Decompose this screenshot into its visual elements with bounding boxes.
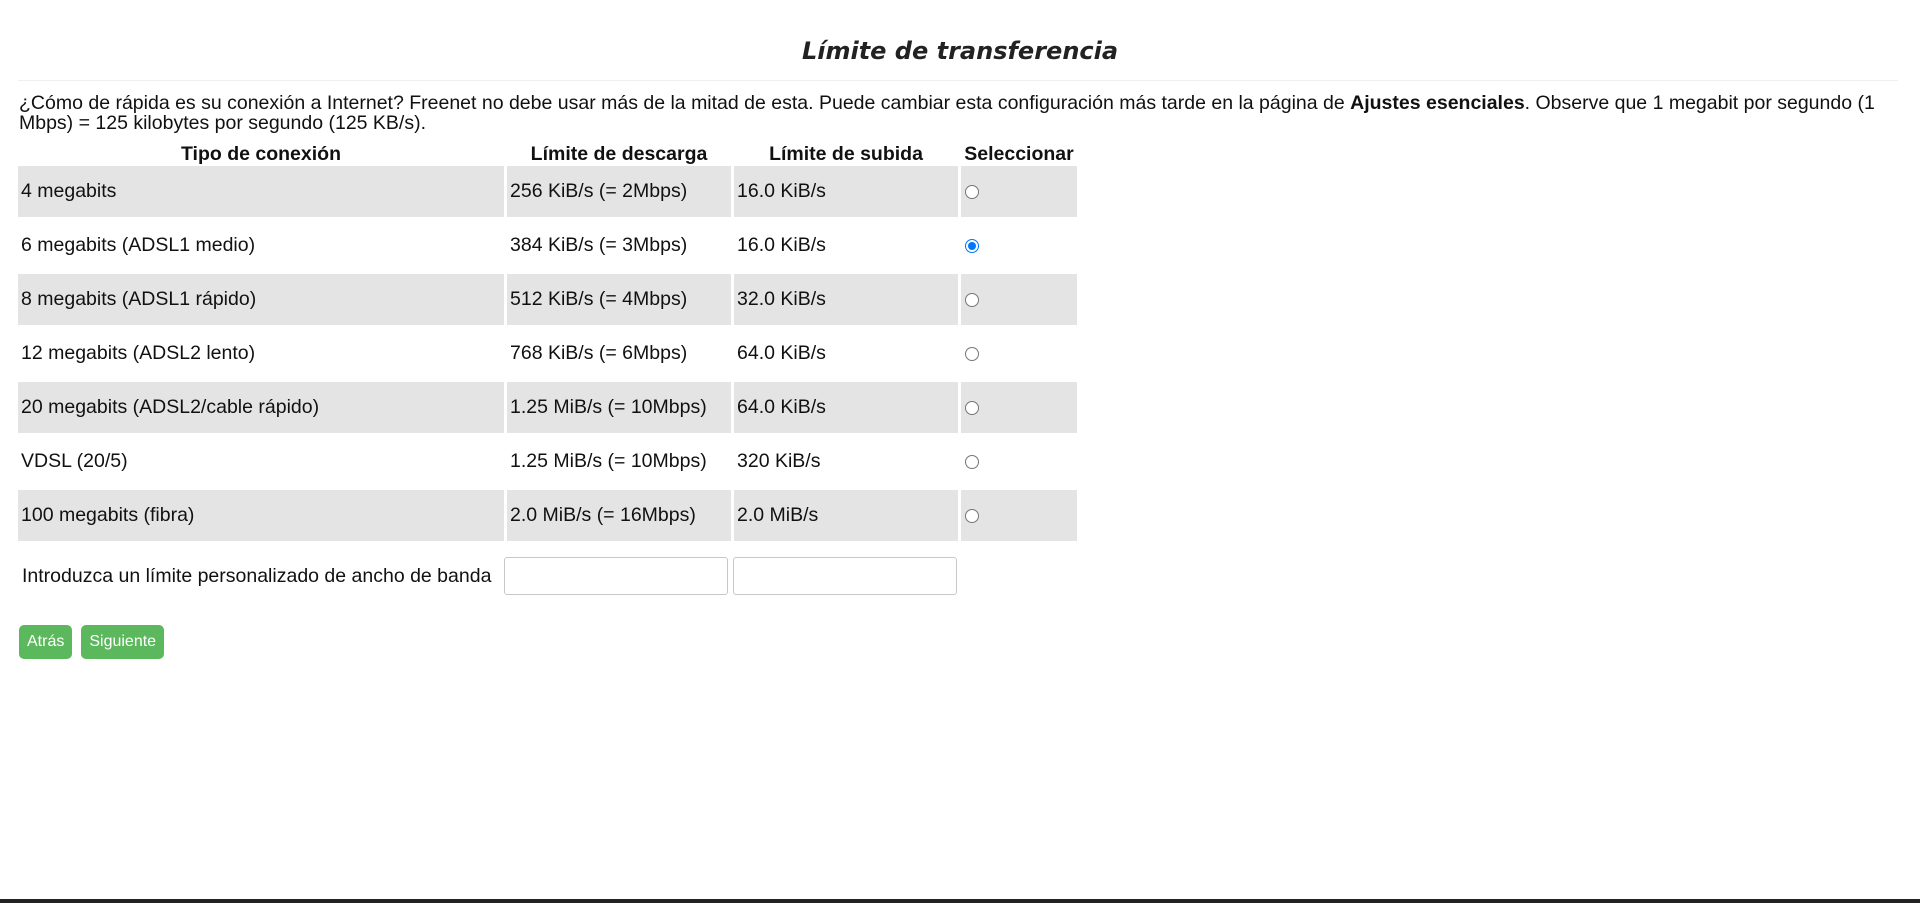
- back-button[interactable]: Atrás: [19, 625, 73, 659]
- page: Límite de transferencia ¿Cómo de rápida …: [0, 0, 1920, 903]
- table-header-row: Tipo de conexión Límite de descarga Lími…: [18, 142, 1077, 166]
- page-title: Límite de transferencia: [801, 37, 1119, 65]
- table-row: 12 megabits (ADSL2 lento) 768 KiB/s (= 6…: [18, 328, 1077, 379]
- custom-download-input[interactable]: [504, 557, 728, 595]
- select-radio[interactable]: [965, 184, 979, 199]
- custom-upload-input[interactable]: [733, 557, 957, 595]
- select-radio[interactable]: [965, 400, 979, 415]
- header-select: Seleccionar: [964, 142, 1074, 165]
- connection-type: 12 megabits (ADSL2 lento): [21, 342, 256, 364]
- upload-limit: 16.0 KiB/s: [734, 166, 958, 217]
- wizard-buttons: Atrás Siguiente: [19, 625, 165, 659]
- select-cell: [961, 382, 1077, 433]
- download-limit: 1.25 MiB/s (= 10Mbps): [510, 450, 707, 472]
- connection-type: 6 megabits (ADSL1 medio): [21, 234, 256, 256]
- download-limit: 384 KiB/s (= 3Mbps): [510, 234, 688, 256]
- select-radio[interactable]: [965, 346, 979, 361]
- table-row: 8 megabits (ADSL1 rápido) 512 KiB/s (= 4…: [18, 274, 1077, 325]
- header-connection-type: Tipo de conexión: [181, 142, 341, 165]
- table-row: 100 megabits (fibra) 2.0 MiB/s (= 16Mbps…: [18, 490, 1077, 541]
- table-row: 6 megabits (ADSL1 medio) 384 KiB/s (= 3M…: [18, 220, 1077, 271]
- header-download-limit: Límite de descarga: [530, 142, 708, 165]
- connection-type: VDSL (20/5): [21, 450, 128, 472]
- select-cell: [961, 220, 1077, 271]
- connection-type: 8 megabits (ADSL1 rápido): [18, 274, 504, 325]
- table-row: VDSL (20/5) 1.25 MiB/s (= 10Mbps) 320 Ki…: [18, 436, 1077, 487]
- table-row: 20 megabits (ADSL2/cable rápido) 1.25 Mi…: [18, 382, 1077, 433]
- connection-type: 20 megabits (ADSL2/cable rápido): [18, 382, 504, 433]
- upload-limit: 16.0 KiB/s: [737, 234, 826, 256]
- select-radio[interactable]: [965, 238, 979, 253]
- upload-limit: 32.0 KiB/s: [734, 274, 958, 325]
- download-limit: 256 KiB/s (= 2Mbps): [507, 166, 731, 217]
- table-row: 4 megabits 256 KiB/s (= 2Mbps) 16.0 KiB/…: [18, 166, 1077, 217]
- select-cell: [961, 436, 1077, 487]
- upload-limit: 64.0 KiB/s: [734, 382, 958, 433]
- download-limit: 512 KiB/s (= 4Mbps): [507, 274, 731, 325]
- intro-text-start: ¿Cómo de rápida es su conexión a Interne…: [19, 92, 1351, 114]
- select-cell: [961, 166, 1077, 217]
- select-radio[interactable]: [965, 454, 979, 469]
- download-limit: 2.0 MiB/s (= 16Mbps): [507, 490, 731, 541]
- select-radio[interactable]: [965, 292, 979, 307]
- select-cell: [961, 328, 1077, 379]
- select-cell: [961, 274, 1077, 325]
- download-limit: 1.25 MiB/s (= 10Mbps): [507, 382, 731, 433]
- select-cell: [961, 490, 1077, 541]
- custom-bandwidth-row: Introduzca un límite personalizado de an…: [18, 557, 962, 595]
- essential-settings-link-text: Ajustes esenciales: [1350, 92, 1525, 114]
- select-radio[interactable]: [965, 508, 979, 523]
- intro-text: ¿Cómo de rápida es su conexión a Interne…: [19, 93, 1899, 133]
- window-bottom-edge: [0, 899, 1920, 903]
- header-upload-limit: Límite de subida: [769, 142, 923, 165]
- title-divider: [18, 80, 1898, 81]
- bandwidth-table: Tipo de conexión Límite de descarga Lími…: [15, 142, 1080, 541]
- download-limit: 768 KiB/s (= 6Mbps): [510, 342, 688, 364]
- next-button[interactable]: Siguiente: [81, 625, 165, 659]
- upload-limit: 64.0 KiB/s: [737, 342, 826, 364]
- connection-type: 4 megabits: [18, 166, 504, 217]
- custom-bandwidth-label: Introduzca un límite personalizado de an…: [22, 564, 492, 587]
- connection-type: 100 megabits (fibra): [18, 490, 504, 541]
- upload-limit: 320 KiB/s: [737, 450, 821, 472]
- upload-limit: 2.0 MiB/s: [734, 490, 958, 541]
